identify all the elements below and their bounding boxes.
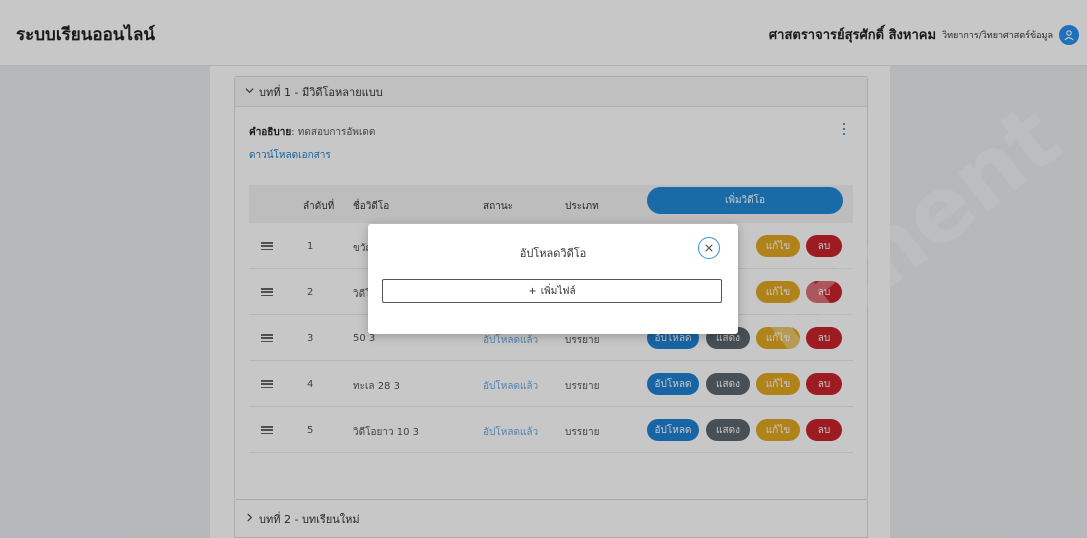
close-icon[interactable] xyxy=(698,237,720,259)
add-file-label: เพิ่มไฟล์ xyxy=(540,285,576,297)
modal-title: อัปโหลดวิดีโอ xyxy=(519,247,587,260)
add-file-button[interactable]: + เพิ่มไฟล์ xyxy=(382,279,722,303)
upload-video-modal: อัปโหลดวิดีโอ + เพิ่มไฟล์ xyxy=(368,224,738,334)
plus-icon: + xyxy=(528,285,537,297)
